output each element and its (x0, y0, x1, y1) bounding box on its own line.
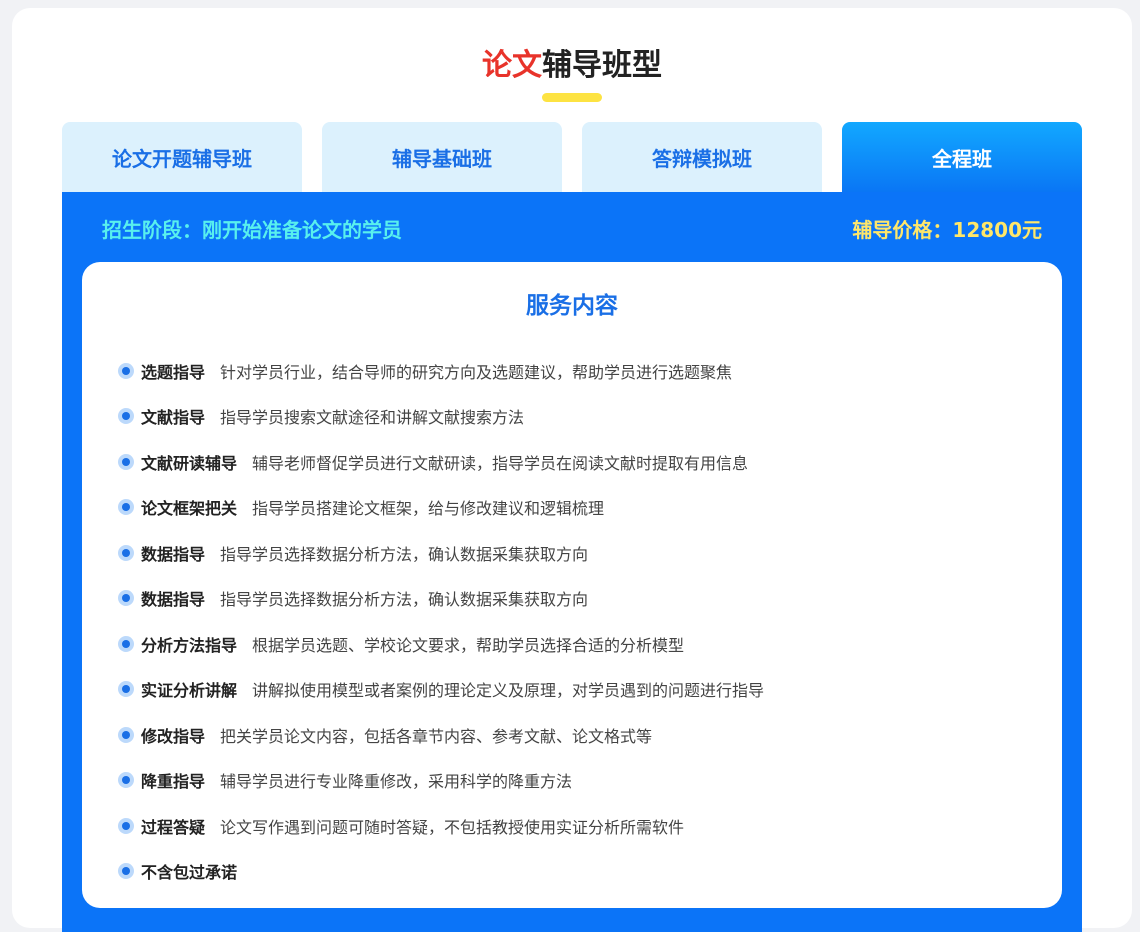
service-item-name: 分析方法指导 (141, 635, 238, 655)
course-card: 论文辅导班型 论文开题辅导班 辅导基础班 答辩模拟班 全程班 招生阶段：刚开始准… (12, 8, 1132, 932)
service-item-desc: 指导学员选择数据分析方法，确认数据采集获取方向 (220, 590, 589, 610)
bullet-dot-icon (118, 817, 134, 834)
bullet-dot-icon (118, 726, 134, 743)
tab-defense-mock[interactable]: 答辩模拟班 (582, 122, 822, 192)
service-item-name: 不含包过承诺 (141, 863, 238, 883)
bullet-dot-icon (118, 772, 134, 789)
tab-basic[interactable]: 辅导基础班 (322, 122, 562, 192)
services-title: 服务内容 (526, 293, 618, 319)
bullet-dot-icon (118, 544, 134, 561)
bullet-dot-icon (118, 863, 134, 880)
course-price: 辅导价格：12800元 (852, 218, 1042, 242)
page-title: 论文辅导班型 (12, 46, 1132, 86)
service-item-name: 文献指导 (141, 408, 206, 428)
service-item: 降重指导 辅导学员进行专业降重修改，采用科学的降重方法 (118, 758, 1038, 804)
service-item: 不含包过承诺 (118, 849, 1038, 895)
service-item-desc: 指导学员选择数据分析方法，确认数据采集获取方向 (220, 544, 589, 564)
service-item: 数据指导 指导学员选择数据分析方法，确认数据采集获取方向 (118, 576, 1038, 622)
service-item-desc: 辅导学员进行专业降重修改，采用科学的降重方法 (220, 772, 573, 792)
service-item: 数据指导 指导学员选择数据分析方法，确认数据采集获取方向 (118, 530, 1038, 576)
service-item-desc: 根据学员选题、学校论文要求，帮助学员选择合适的分析模型 (252, 635, 685, 655)
service-item-desc: 指导学员搭建论文框架，给与修改建议和逻辑梳理 (252, 499, 605, 519)
title-underline (542, 93, 602, 102)
service-item-name: 实证分析讲解 (141, 681, 238, 701)
service-item-name: 修改指导 (141, 726, 206, 746)
service-item: 选题指导 针对学员行业，结合导师的研究方向及选题建议，帮助学员进行选题聚焦 (118, 348, 1038, 394)
title-highlight: 论文 (482, 48, 542, 83)
service-item-desc: 讲解拟使用模型或者案例的理论定义及原理，对学员遇到的问题进行指导 (252, 681, 765, 701)
bullet-dot-icon (118, 408, 134, 425)
service-item: 过程答疑 论文写作遇到问题可随时答疑，不包括教授使用实证分析所需软件 (118, 803, 1038, 849)
service-item-desc: 辅导老师督促学员进行文献研读，指导学员在阅读文献时提取有用信息 (252, 453, 749, 473)
service-item-desc: 指导学员搜索文献途径和讲解文献搜索方法 (220, 408, 525, 428)
services-box: 服务内容 选题指导 针对学员行业，结合导师的研究方向及选题建议，帮助学员进行选题聚… (82, 262, 1062, 908)
service-item-desc: 论文写作遇到问题可随时答疑，不包括教授使用实证分析所需软件 (220, 817, 685, 837)
service-item-desc: 把关学员论文内容，包括各章节内容、参考文献、论文格式等 (220, 726, 653, 746)
service-list: 选题指导 针对学员行业，结合导师的研究方向及选题建议，帮助学员进行选题聚焦 文献指导… (118, 348, 1038, 894)
service-item-name: 过程答疑 (141, 817, 206, 837)
service-item: 文献研读辅导 辅导老师督促学员进行文献研读，指导学员在阅读文献时提取有用信息 (118, 439, 1038, 485)
title-rest: 辅导班型 (542, 48, 662, 83)
service-item-name: 文献研读辅导 (141, 453, 238, 473)
service-item: 实证分析讲解 讲解拟使用模型或者案例的理论定义及原理，对学员遇到的问题进行指导 (118, 667, 1038, 713)
bullet-dot-icon (118, 362, 134, 379)
enrollment-stage: 招生阶段：刚开始准备论文的学员 (102, 218, 402, 242)
course-detail-panel: 招生阶段：刚开始准备论文的学员 辅导价格：12800元 服务内容 选题指导 针对学… (62, 192, 1082, 932)
service-item: 文献指导 指导学员搜索文献途径和讲解文献搜索方法 (118, 394, 1038, 440)
service-item-name: 选题指导 (141, 362, 206, 382)
bullet-dot-icon (118, 590, 134, 607)
bullet-dot-icon (118, 681, 134, 698)
service-item: 修改指导 把关学员论文内容，包括各章节内容、参考文献、论文格式等 (118, 712, 1038, 758)
bullet-dot-icon (118, 635, 134, 652)
service-item-name: 数据指导 (141, 544, 206, 564)
service-item: 分析方法指导 根据学员选题、学校论文要求，帮助学员选择合适的分析模型 (118, 621, 1038, 667)
tab-full-course[interactable]: 全程班 (842, 122, 1082, 192)
service-item-name: 降重指导 (141, 772, 206, 792)
service-item-name: 论文框架把关 (141, 499, 238, 519)
bullet-dot-icon (118, 453, 134, 470)
course-tabs: 论文开题辅导班 辅导基础班 答辩模拟班 全程班 (62, 122, 1082, 192)
service-item-desc: 针对学员行业，结合导师的研究方向及选题建议，帮助学员进行选题聚焦 (220, 362, 733, 382)
service-item-name: 数据指导 (141, 590, 206, 610)
tab-thesis-proposal[interactable]: 论文开题辅导班 (62, 122, 302, 192)
bullet-dot-icon (118, 499, 134, 516)
service-item: 论文框架把关 指导学员搭建论文框架，给与修改建议和逻辑梳理 (118, 485, 1038, 531)
